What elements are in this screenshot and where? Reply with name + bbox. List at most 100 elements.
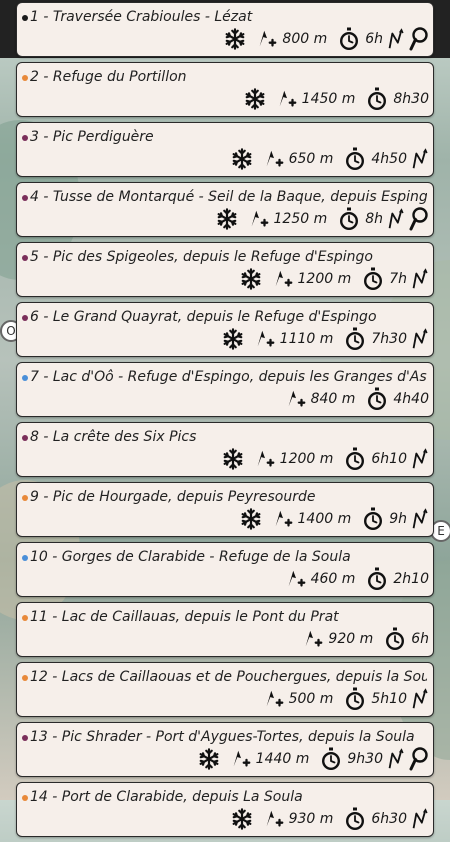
route-difficulty-dot (22, 495, 28, 501)
snowflake-icon (222, 328, 244, 350)
route-difficulty-dot (22, 195, 28, 201)
gps-track-icon (411, 268, 429, 290)
route-duration: 8h (365, 211, 383, 227)
elevation-gain-icon (256, 28, 278, 50)
route-stats: 1200 m 7h (240, 266, 430, 292)
route-stats: 1400 m 9h (240, 506, 430, 532)
route-title: 11 - Lac de Caillauas, depuis le Pont du… (30, 609, 339, 625)
route-item[interactable]: 5 - Pic des Spigeoles, depuis le Refuge … (16, 242, 434, 297)
gps-track-icon (411, 508, 429, 530)
route-item[interactable]: 13 - Pic Shrader - Port d'Aygues-Tortes,… (16, 722, 434, 777)
route-duration: 9h30 (347, 751, 383, 767)
route-elevation: 840 m (310, 391, 356, 407)
route-item[interactable]: 14 - Port de Clarabide, depuis La Soula 9… (16, 782, 434, 837)
route-duration: 6h (365, 31, 383, 47)
route-difficulty-dot (22, 15, 28, 21)
route-duration: 4h50 (371, 151, 407, 167)
elevation-gain-icon (263, 808, 285, 830)
stopwatch-icon (337, 207, 361, 231)
route-item[interactable]: 3 - Pic Perdiguère 650 m 4h50 (16, 122, 434, 177)
route-elevation: 460 m (310, 571, 356, 587)
route-title: 6 - Le Grand Quayrat, depuis le Refuge d… (30, 309, 377, 325)
snowflake-icon (231, 808, 253, 830)
route-item[interactable]: 4 - Tusse de Montarqué - Seil de la Baqu… (16, 182, 434, 237)
gps-track-icon (411, 148, 429, 170)
route-stats: 1200 m 6h10 (222, 446, 429, 472)
stopwatch-icon (361, 507, 385, 531)
elevation-gain-icon (272, 508, 294, 530)
elevation-gain-icon (230, 748, 252, 770)
route-title: 2 - Refuge du Portillon (30, 69, 187, 85)
stopwatch-icon (365, 87, 389, 111)
route-stats: 1440 m 9h30 (198, 746, 429, 772)
route-difficulty-dot (22, 255, 28, 261)
location-pin-icon (409, 207, 429, 231)
elevation-gain-icon (272, 268, 294, 290)
gps-track-icon (411, 808, 429, 830)
route-duration: 7h30 (371, 331, 407, 347)
elevation-gain-icon (276, 88, 298, 110)
gps-track-icon (411, 328, 429, 350)
route-stats: 650 m 4h50 (231, 146, 429, 172)
route-item[interactable]: 7 - Lac d'Oô - Refuge d'Espingo, depuis … (16, 362, 434, 417)
stopwatch-icon (343, 147, 367, 171)
route-stats: 800 m 6h (224, 26, 429, 52)
snowflake-icon (224, 28, 246, 50)
route-elevation: 1110 m (279, 331, 334, 347)
route-stats: 920 m 6h (302, 626, 429, 652)
stopwatch-icon (343, 687, 367, 711)
route-item[interactable]: 12 - Lacs de Caillaouas et de Pouchergue… (16, 662, 434, 717)
route-title: 13 - Pic Shrader - Port d'Aygues-Tortes,… (30, 729, 415, 745)
route-elevation: 1200 m (279, 451, 334, 467)
route-title: 5 - Pic des Spigeoles, depuis le Refuge … (30, 249, 373, 265)
elevation-gain-icon (285, 568, 307, 590)
route-item[interactable]: 9 - Pic de Hourgade, depuis Peyresourde 1… (16, 482, 434, 537)
route-list: 1 - Traversée Crabioules - Lézat 800 m 6h 2… (16, 2, 434, 842)
route-item[interactable]: 2 - Refuge du Portillon 1450 m 8h30 (16, 62, 434, 117)
elevation-gain-icon (254, 328, 276, 350)
snowflake-icon (198, 748, 220, 770)
route-elevation: 1400 m (297, 511, 352, 527)
route-duration: 5h10 (371, 691, 407, 707)
route-item[interactable]: 1 - Traversée Crabioules - Lézat 800 m 6h (16, 2, 434, 57)
route-elevation: 1450 m (301, 91, 356, 107)
route-stats: 1250 m 8h (216, 206, 430, 232)
elevation-gain-icon (263, 148, 285, 170)
route-stats: 1110 m 7h30 (222, 326, 429, 352)
stopwatch-icon (319, 747, 343, 771)
gps-track-icon (387, 748, 405, 770)
route-duration: 9h (389, 511, 407, 527)
route-elevation: 1250 m (273, 211, 328, 227)
snowflake-icon (244, 88, 266, 110)
route-item[interactable]: 6 - Le Grand Quayrat, depuis le Refuge d… (16, 302, 434, 357)
route-title: 1 - Traversée Crabioules - Lézat (30, 9, 253, 25)
route-item[interactable]: 11 - Lac de Caillauas, depuis le Pont du… (16, 602, 434, 657)
elevation-gain-icon (254, 448, 276, 470)
route-item[interactable]: 8 - La crête des Six Pics 1200 m 6h10 (16, 422, 434, 477)
stopwatch-icon (365, 567, 389, 591)
route-title: 14 - Port de Clarabide, depuis La Soula (30, 789, 303, 805)
route-difficulty-dot (22, 435, 28, 441)
location-pin-icon (409, 747, 429, 771)
route-duration: 4h40 (393, 391, 429, 407)
route-title: 4 - Tusse de Montarqué - Seil de la Baqu… (30, 189, 427, 205)
route-difficulty-dot (22, 555, 28, 561)
snowflake-icon (240, 508, 262, 530)
gps-track-icon (411, 448, 429, 470)
route-item[interactable]: 10 - Gorges de Clarabide - Refuge de la … (16, 542, 434, 597)
stopwatch-icon (343, 327, 367, 351)
route-elevation: 800 m (282, 31, 328, 47)
snowflake-icon (240, 268, 262, 290)
gps-track-icon (387, 208, 405, 230)
route-difficulty-dot (22, 675, 28, 681)
route-title: 9 - Pic de Hourgade, depuis Peyresourde (30, 489, 316, 505)
gps-track-icon (387, 28, 405, 50)
route-title: 10 - Gorges de Clarabide - Refuge de la … (30, 549, 351, 565)
route-elevation: 930 m (288, 811, 334, 827)
route-difficulty-dot (22, 75, 28, 81)
route-difficulty-dot (22, 135, 28, 141)
elevation-gain-icon (248, 208, 270, 230)
stopwatch-icon (365, 387, 389, 411)
snowflake-icon (222, 448, 244, 470)
stopwatch-icon (337, 27, 361, 51)
